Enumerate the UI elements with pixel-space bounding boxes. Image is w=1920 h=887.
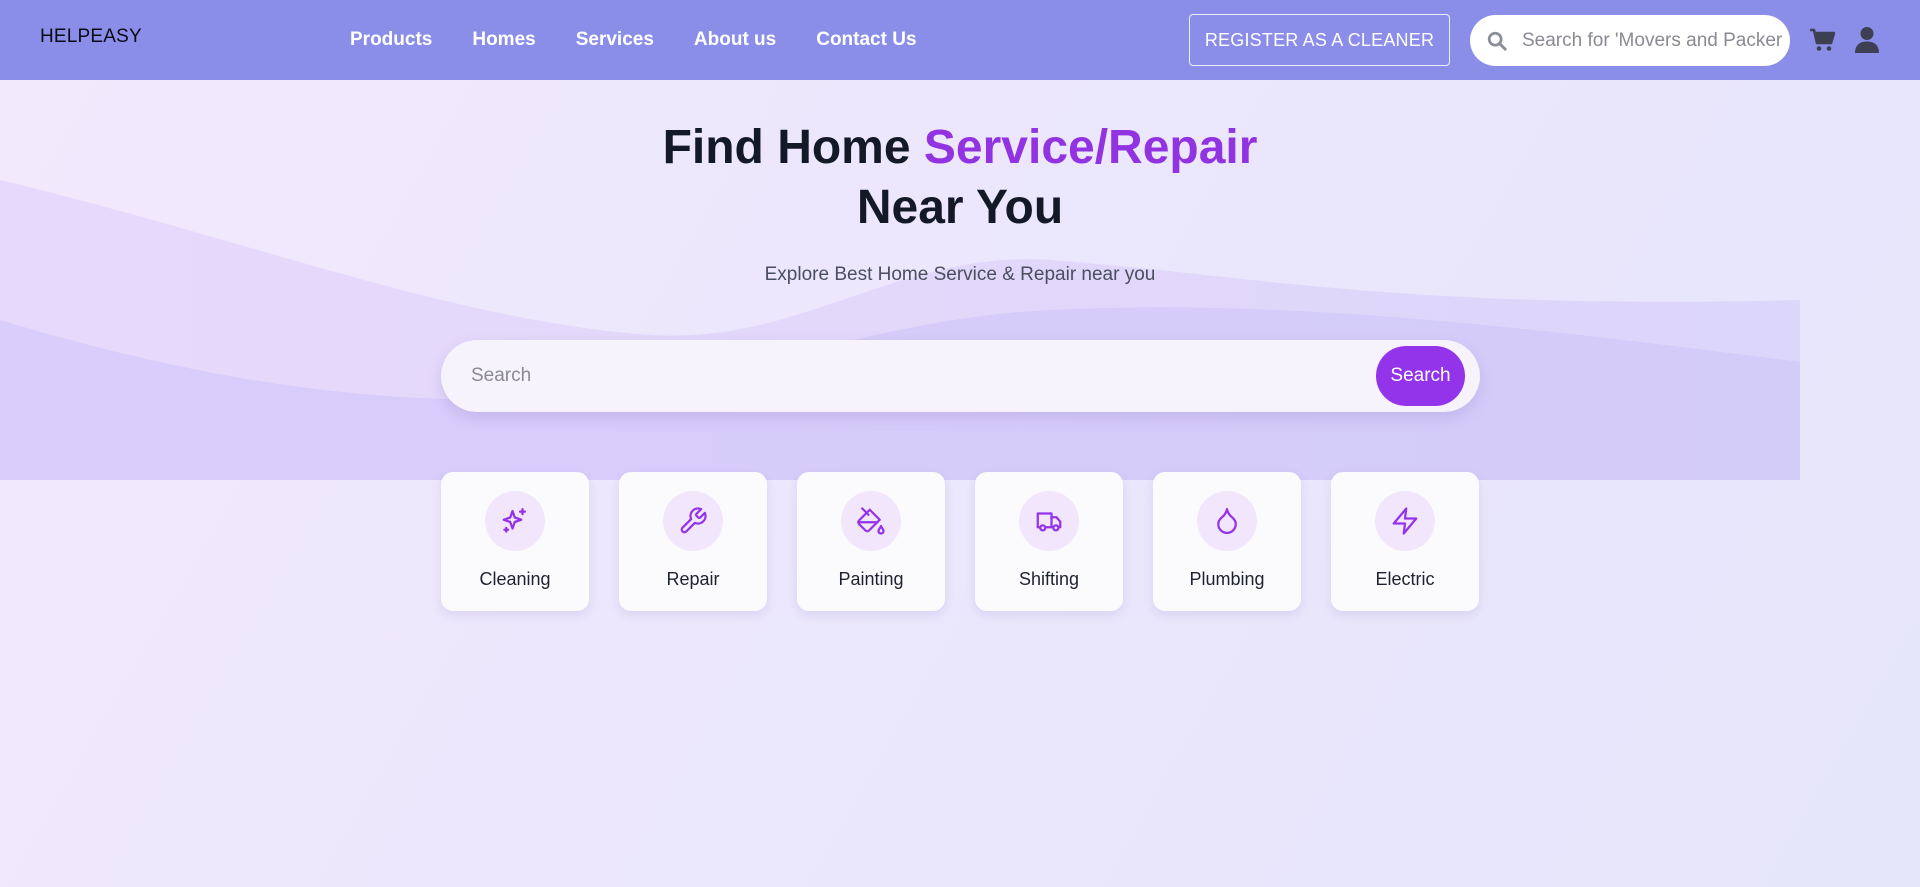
main-search-input[interactable] [471,365,1331,387]
nav-link-services[interactable]: Services [576,29,654,51]
category-icon-circle [1197,491,1257,551]
hero-subtitle: Explore Best Home Service & Repair near … [764,264,1156,285]
brand-logo[interactable]: HELPEASY [40,26,142,48]
user-icon[interactable] [1854,26,1880,54]
nav-search-input[interactable] [1522,29,1782,52]
truck-icon [1036,512,1062,532]
hero-title: Find Home Service/Repair Near You [0,118,1920,238]
category-icon-circle [663,491,723,551]
category-card-repair[interactable]: Repair [619,472,767,611]
main-search-button[interactable]: Search [1376,346,1465,406]
category-card-shifting[interactable]: Shifting [975,472,1123,611]
lightning-icon [1392,507,1418,535]
nav-link-products[interactable]: Products [350,29,432,51]
category-card-plumbing[interactable]: Plumbing [1153,472,1301,611]
register-as-cleaner-button[interactable]: REGISTER AS A CLEANER [1189,14,1450,66]
hero-title-part2: Near You [856,181,1064,234]
nav-link-about-us[interactable]: About us [694,29,776,51]
category-label: Painting [838,569,904,589]
category-icon-circle [1019,491,1079,551]
category-icon-circle [841,491,901,551]
category-label: Cleaning [479,569,551,589]
nav-link-contact-us[interactable]: Contact Us [816,29,916,51]
category-list: Cleaning Repair Painting Shifting Plumbi… [441,472,1479,611]
top-navbar: HELPEASY Products Homes Services About u… [0,0,1920,80]
nav-link-homes[interactable]: Homes [472,29,535,51]
nav-links: Products Homes Services About us Contact… [350,0,917,80]
nav-search-box[interactable] [1470,15,1790,66]
paint-bucket-icon [857,507,885,535]
wrench-icon [680,507,707,534]
category-label: Electric [1375,569,1435,589]
main-search-bar: Search [441,340,1480,412]
category-icon-circle [1375,491,1435,551]
category-card-painting[interactable]: Painting [797,472,945,611]
category-label: Repair [666,569,720,589]
hero-title-accent: Service/Repair [923,121,1258,174]
category-label: Plumbing [1189,569,1265,589]
category-card-electric[interactable]: Electric [1331,472,1479,611]
sparkles-icon [502,508,527,533]
category-card-cleaning[interactable]: Cleaning [441,472,589,611]
droplet-icon [1217,508,1237,534]
category-label: Shifting [1018,569,1080,589]
hero-title-part1: Find Home [662,121,924,174]
category-icon-circle [485,491,545,551]
cart-icon[interactable] [1809,28,1835,52]
search-icon [1487,31,1507,51]
